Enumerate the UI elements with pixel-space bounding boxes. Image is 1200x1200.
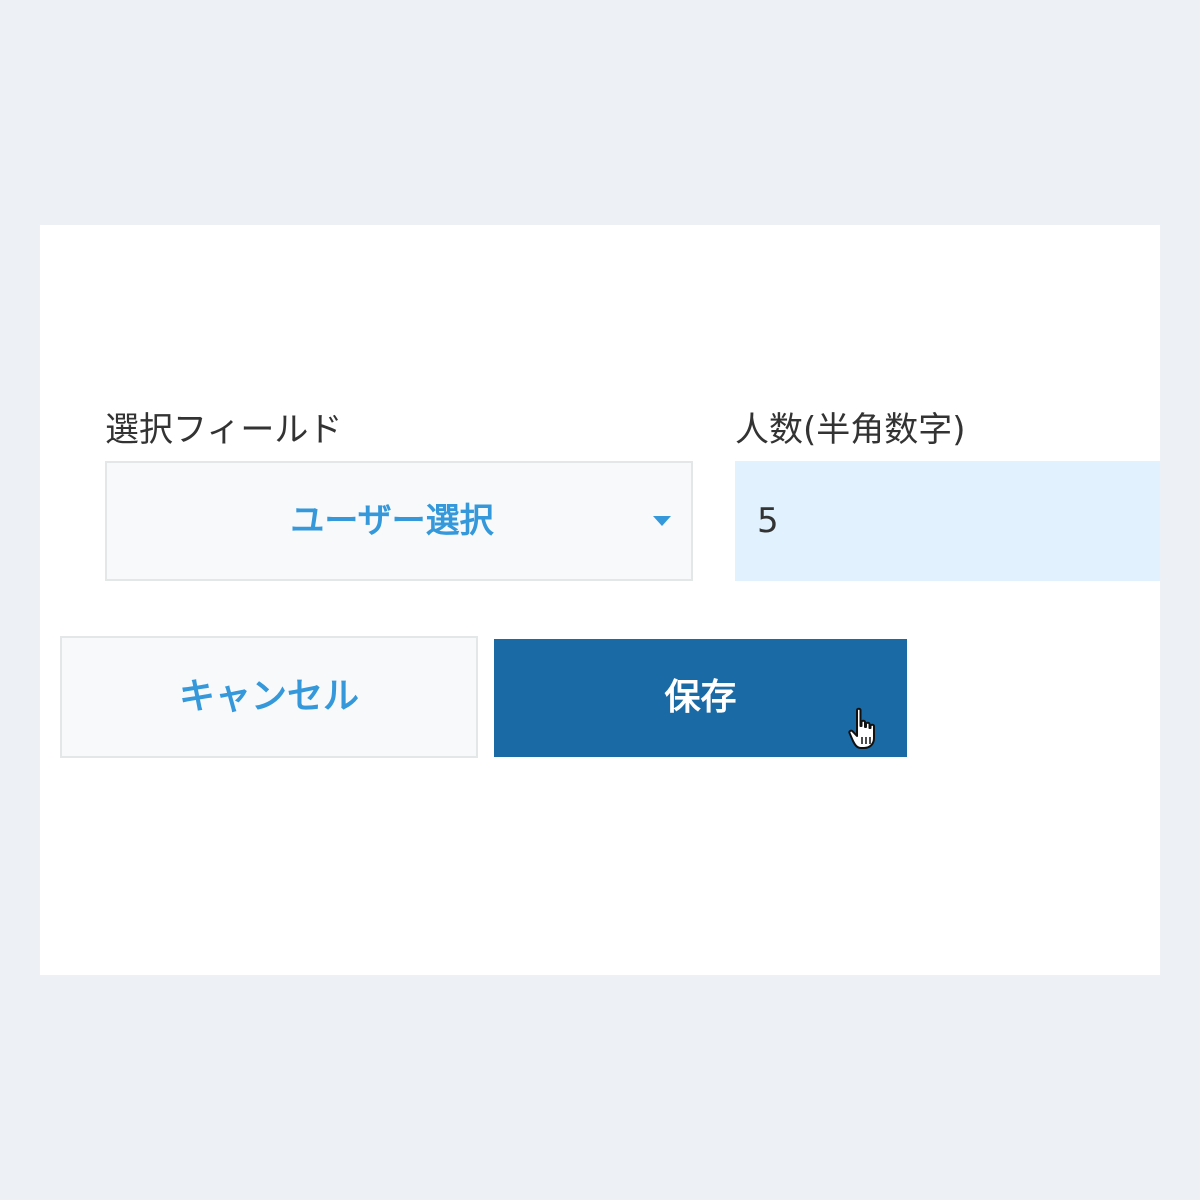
caret-down-icon xyxy=(653,516,671,526)
user-select-dropdown[interactable]: ユーザー選択 xyxy=(105,461,693,581)
count-field-label: 人数(半角数字) xyxy=(735,410,966,450)
form-panel: 選択フィールド 人数(半角数字) ユーザー選択 キャンセル 保存 xyxy=(40,225,1160,975)
user-select-value: ユーザー選択 xyxy=(290,501,494,541)
select-field-label: 選択フィールド xyxy=(105,410,343,450)
save-button[interactable]: 保存 xyxy=(494,639,907,757)
hand-pointer-cursor-icon xyxy=(848,707,875,749)
count-input[interactable] xyxy=(735,461,1160,581)
cancel-button[interactable]: キャンセル xyxy=(60,636,478,758)
